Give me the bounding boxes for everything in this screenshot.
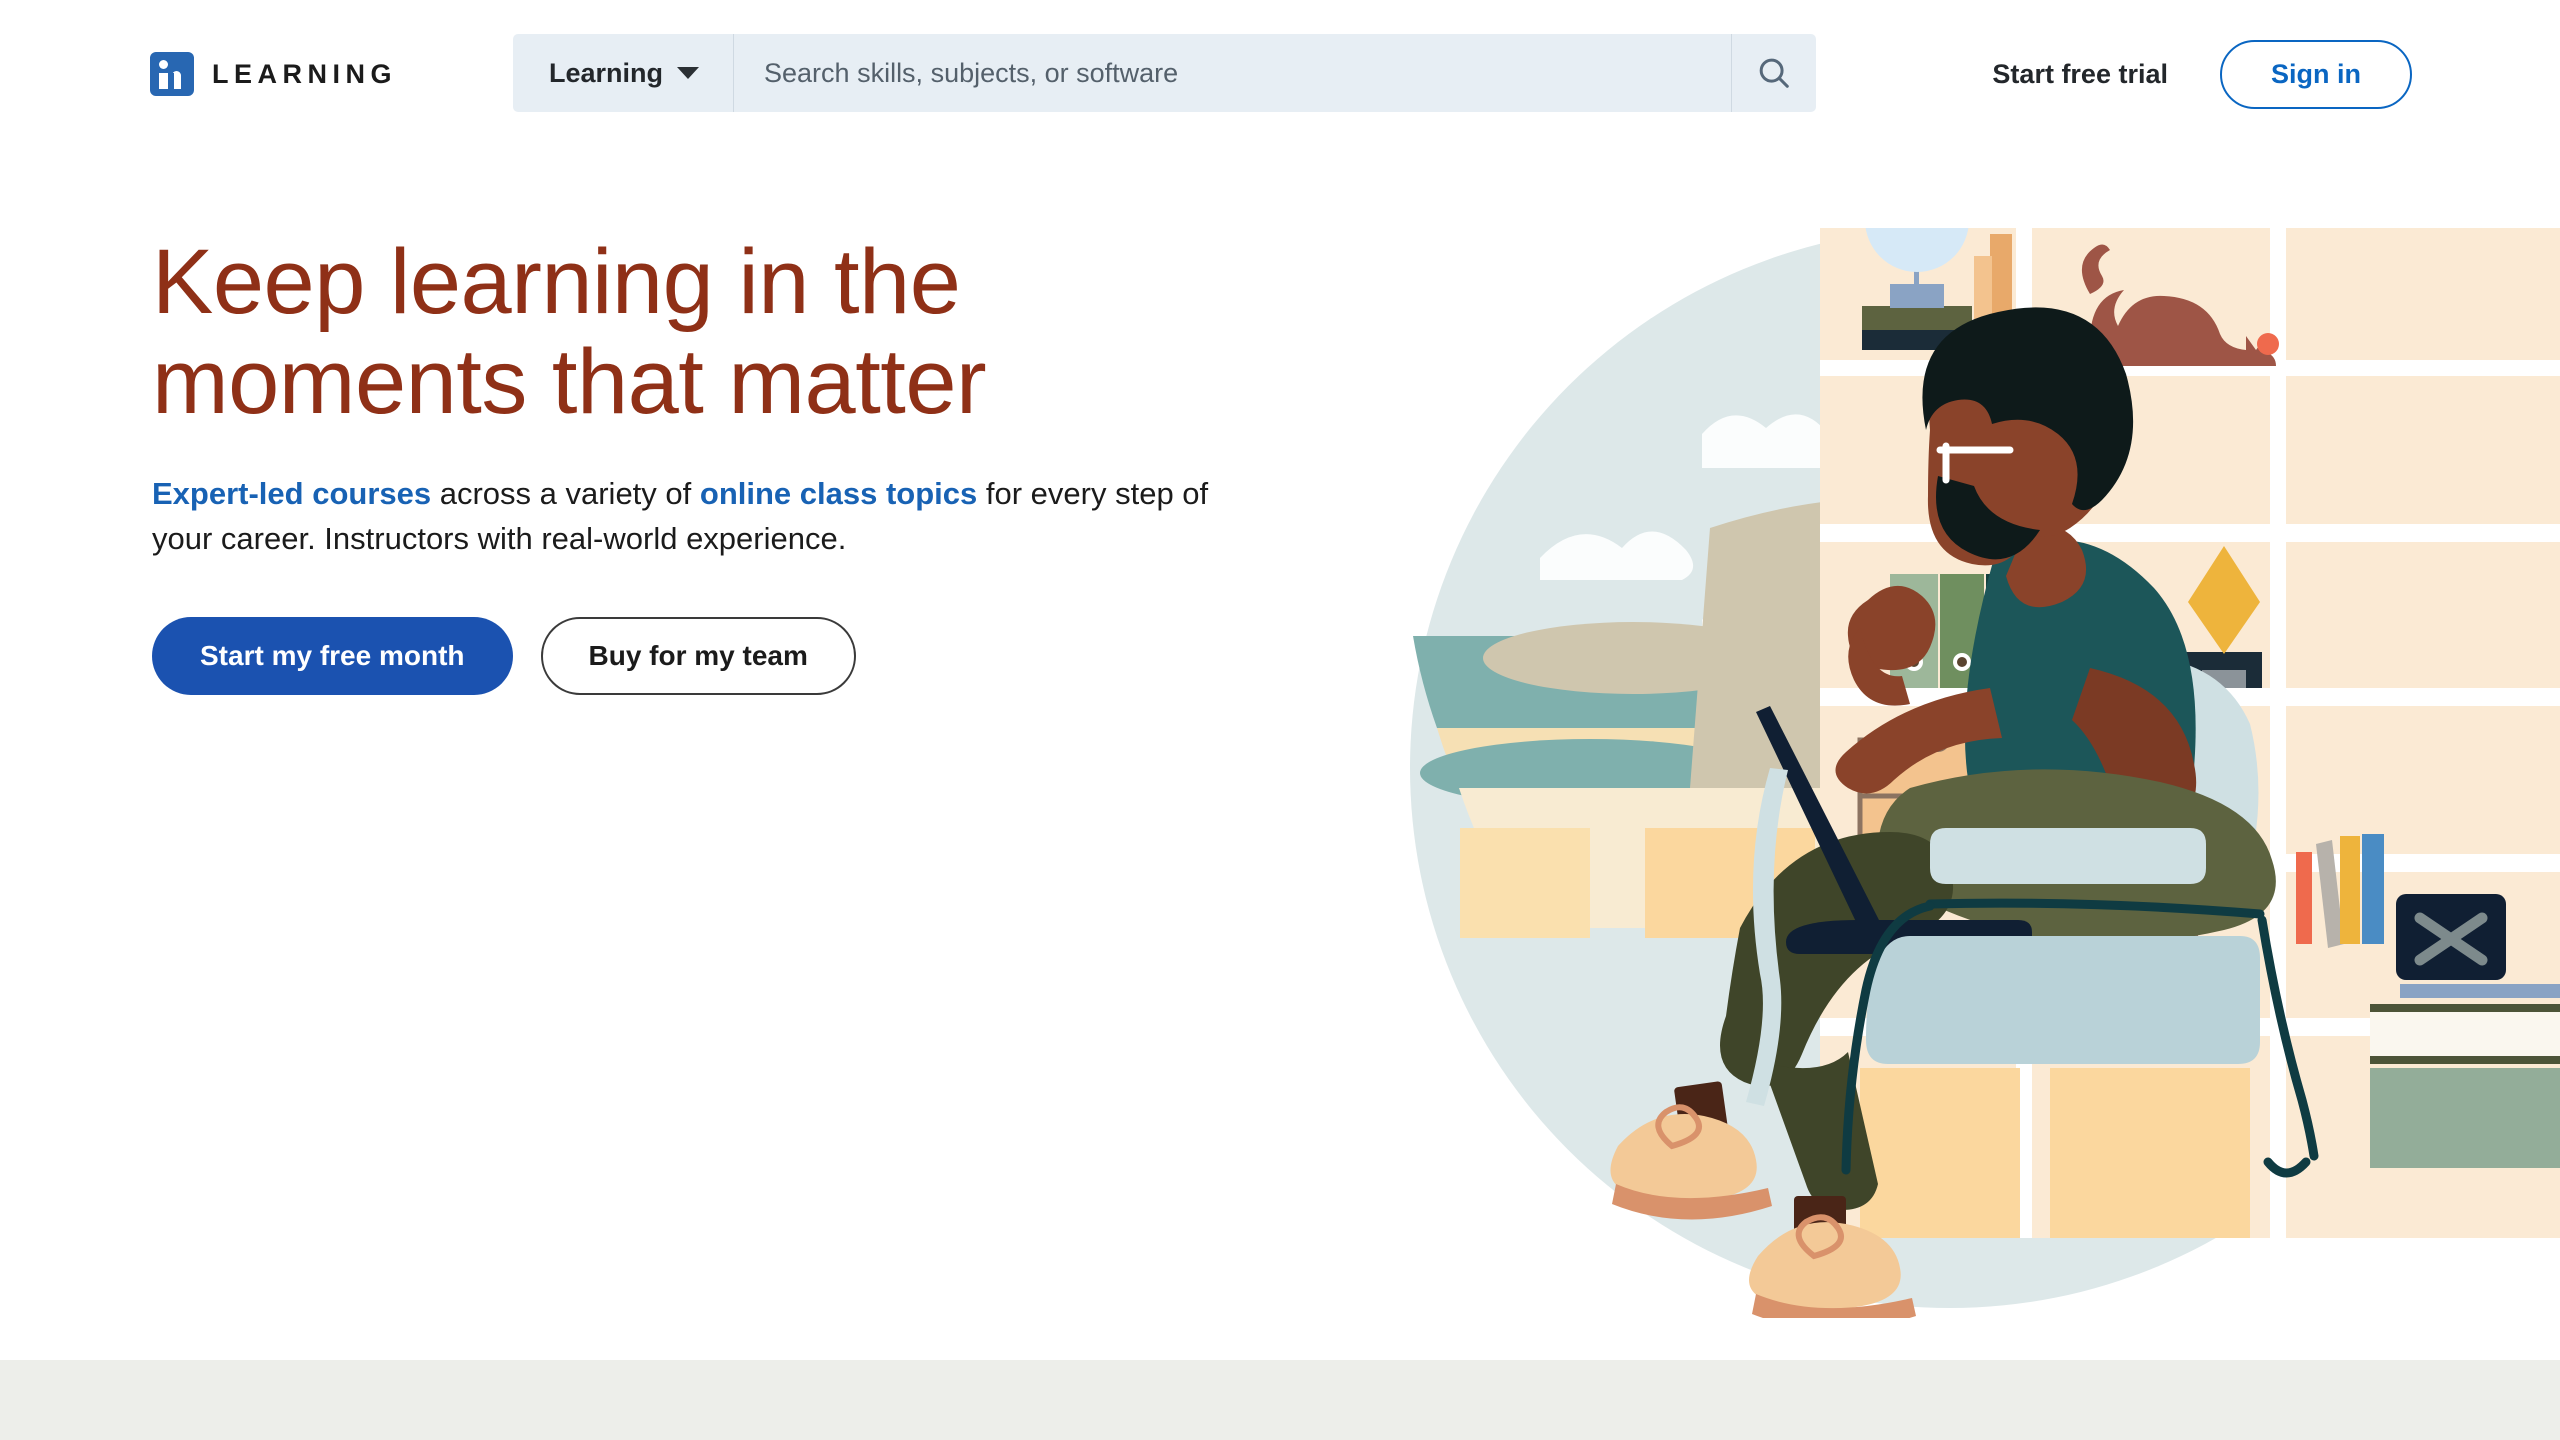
x-box (2396, 894, 2506, 980)
stacked-books (2370, 984, 2560, 1168)
search-input[interactable] (734, 34, 1731, 112)
start-free-trial-button[interactable]: Start free trial (1992, 59, 2168, 90)
headline-line-1: Keep learning in the (152, 231, 961, 333)
hero-subheading: Expert-led courses across a variety of o… (152, 471, 1232, 562)
ball (2257, 333, 2279, 355)
start-my-free-month-button[interactable]: Start my free month (152, 617, 513, 696)
page-title: Keep learning in the moments that matter (152, 232, 1232, 433)
logo-dot (159, 60, 168, 69)
person-reading-illustration (1410, 228, 2560, 1318)
buy-for-my-team-button[interactable]: Buy for my team (540, 617, 856, 696)
brand-logo[interactable]: LEARNING (150, 52, 397, 96)
search-scope-dropdown[interactable]: Learning (513, 34, 733, 112)
header-actions: Start free trial Sign in (1992, 0, 2412, 148)
brand-word: LEARNING (212, 58, 397, 89)
logo-stem (159, 73, 168, 89)
hero-cta-row: Start my free month Buy for my team (152, 617, 1232, 696)
search-bar: Learning (513, 34, 1816, 112)
hero-content: Keep learning in the moments that matter… (152, 232, 1232, 696)
search-scope-label: Learning (549, 57, 664, 88)
subhead-mid: across a variety of (431, 475, 700, 511)
hero-illustration (1390, 228, 2560, 1318)
search-icon (1759, 58, 1789, 88)
shelf-box (2050, 1068, 2250, 1238)
sign-in-button[interactable]: Sign in (2220, 39, 2412, 109)
headline-line-2: moments that matter (152, 331, 987, 434)
search-submit-button[interactable] (1732, 34, 1816, 112)
page-bottom-band (0, 1360, 2560, 1440)
chevron-down-icon (677, 67, 700, 79)
logo-n (170, 71, 181, 89)
linkedin-learning-homepage: LEARNING Learning Start free trial Sign … (0, 0, 2560, 1440)
shelf-box (1860, 1068, 2020, 1238)
expert-led-courses-link[interactable]: Expert-led courses (152, 476, 431, 511)
online-class-topics-link[interactable]: online class topics (700, 476, 977, 511)
linkedin-in-logo-icon (150, 52, 194, 96)
site-header: LEARNING Learning Start free trial Sign … (0, 0, 2560, 148)
